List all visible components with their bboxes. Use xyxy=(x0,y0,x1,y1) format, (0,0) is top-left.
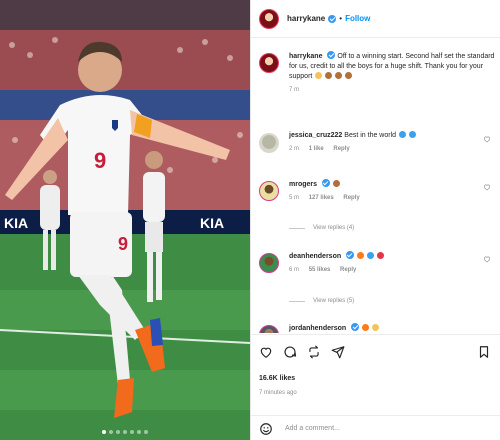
comment-text: mrogers xyxy=(289,179,499,190)
carousel-dot[interactable] xyxy=(144,430,148,434)
carousel-dot[interactable] xyxy=(130,430,134,434)
comment-item: mrogers 5 m 127 likes Reply xyxy=(259,179,500,201)
caption: harrykane Off to a winning start. Second… xyxy=(259,51,500,93)
comment-text: jessica_cruz222 Best in the world xyxy=(289,131,499,141)
view-replies-label[interactable]: View replies (4) xyxy=(313,225,354,231)
comment-icon[interactable] xyxy=(283,345,297,359)
comment-meta: 6 m 55 likes Reply xyxy=(289,267,499,273)
jersey-number: 9 xyxy=(94,148,106,173)
comment-text: jordanhenderson xyxy=(289,323,499,333)
comment-like-heart-icon[interactable] xyxy=(483,135,491,143)
avatar[interactable] xyxy=(259,181,279,201)
emoji-icon xyxy=(398,131,406,138)
clapping-emoji-icon xyxy=(315,72,323,79)
carousel-dot[interactable] xyxy=(137,430,141,434)
reply-button[interactable]: Reply xyxy=(333,146,349,152)
post-photo[interactable]: KIA KIA 9 9 xyxy=(0,0,250,440)
action-icons xyxy=(259,345,345,359)
emoji-icon xyxy=(332,180,340,187)
carousel-dot[interactable] xyxy=(123,430,127,434)
view-replies-button[interactable]: View replies (4) xyxy=(289,225,354,231)
view-replies-button[interactable]: View replies (5) xyxy=(289,298,354,304)
comment-meta: 2 m 1 like Reply xyxy=(289,146,499,152)
post-actions: 16.6K likes 7 minutes ago Add a comment.… xyxy=(251,334,500,440)
comment-username[interactable]: deanhenderson xyxy=(289,253,341,260)
separator: • xyxy=(339,14,343,23)
emoji-icon xyxy=(372,324,380,331)
carousel-dots xyxy=(0,430,250,434)
caption-username[interactable]: harrykane xyxy=(289,53,322,60)
post-header: harrykane • Follow xyxy=(251,0,500,38)
comment-like-heart-icon[interactable] xyxy=(483,255,491,263)
reply-button[interactable]: Reply xyxy=(340,267,356,273)
share-icon[interactable] xyxy=(331,345,345,359)
verified-icon xyxy=(321,179,330,187)
emoji-icon xyxy=(366,252,374,259)
fire-emoji-icon xyxy=(357,252,365,259)
avatar[interactable] xyxy=(259,253,279,273)
comment-body: Best in the world xyxy=(344,132,397,139)
bookmark-icon[interactable] xyxy=(477,345,491,359)
comment-username[interactable]: mrogers xyxy=(289,181,317,188)
comment-username[interactable]: jordanhenderson xyxy=(289,325,346,332)
comment-username[interactable]: jessica_cruz222 xyxy=(289,132,342,139)
heart-icon[interactable] xyxy=(259,345,273,359)
comment-time: 5 m xyxy=(289,195,300,201)
comment-time: 2 m xyxy=(289,146,300,152)
caption-time: 7 m xyxy=(289,87,300,93)
caption-meta: 7 m xyxy=(289,87,499,93)
view-replies-label[interactable]: View replies (5) xyxy=(313,298,354,304)
add-comment-input[interactable]: Add a comment... xyxy=(285,425,340,432)
post-side-panel: harrykane • Follow harrykane Off to a wi… xyxy=(250,0,500,440)
carousel-dot[interactable] xyxy=(116,430,120,434)
comment-item: deanhenderson 6 m 55 likes Reply xyxy=(259,251,500,273)
verified-icon xyxy=(327,51,336,59)
caption-text: harrykane Off to a winning start. Second… xyxy=(289,51,499,82)
carousel-dot[interactable] xyxy=(109,430,113,434)
post-timestamp: 7 minutes ago xyxy=(259,390,297,396)
comment-text: deanhenderson xyxy=(289,251,499,262)
replies-divider xyxy=(289,300,305,302)
verified-icon xyxy=(351,323,360,331)
post-username[interactable]: harrykane xyxy=(287,14,325,23)
comment-likes[interactable]: 55 likes xyxy=(309,267,331,273)
verified-icon xyxy=(346,251,355,259)
avatar[interactable] xyxy=(259,133,279,153)
ad-board-right: KIA xyxy=(200,215,224,231)
ad-board-left: KIA xyxy=(4,215,28,231)
stadium-photo: KIA KIA 9 9 xyxy=(0,0,250,440)
comment-likes[interactable]: 127 likes xyxy=(309,195,334,201)
comment-item: jessica_cruz222 Best in the world 2 m 1 … xyxy=(259,131,500,153)
likes-count[interactable]: 16.6K likes xyxy=(259,375,295,382)
heart-emoji-icon xyxy=(376,252,384,259)
emoji-icon xyxy=(408,131,416,138)
verified-icon xyxy=(328,14,337,23)
carousel-dot[interactable] xyxy=(102,430,106,434)
follow-button[interactable]: Follow xyxy=(345,14,370,23)
emoji-icon xyxy=(335,72,343,79)
add-comment-bar: Add a comment... xyxy=(251,415,500,440)
comment-likes[interactable]: 1 like xyxy=(309,146,324,152)
comment-item: jordanhenderson xyxy=(259,323,500,333)
avatar[interactable] xyxy=(259,53,279,73)
fire-emoji-icon xyxy=(362,324,370,331)
emoji-icon xyxy=(345,72,353,79)
smile-icon[interactable] xyxy=(259,422,273,436)
instagram-post-modal: KIA KIA 9 9 harrykane • Follow harrykane… xyxy=(0,0,500,440)
emoji-icon xyxy=(325,72,333,79)
repost-icon[interactable] xyxy=(307,345,321,359)
comment-meta: 5 m 127 likes Reply xyxy=(289,195,499,201)
shorts-number: 9 xyxy=(118,234,128,254)
comment-like-heart-icon[interactable] xyxy=(483,183,491,191)
replies-divider xyxy=(289,227,305,229)
comments-list[interactable]: harrykane Off to a winning start. Second… xyxy=(251,39,500,333)
avatar[interactable] xyxy=(259,8,279,29)
reply-button[interactable]: Reply xyxy=(343,195,359,201)
comment-time: 6 m xyxy=(289,267,300,273)
avatar[interactable] xyxy=(259,325,279,333)
